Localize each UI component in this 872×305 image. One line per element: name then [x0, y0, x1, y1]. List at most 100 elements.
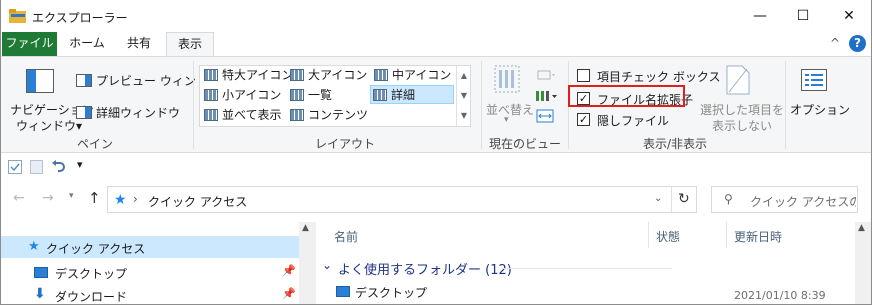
column-header-status[interactable]: 状態: [656, 228, 680, 245]
address-bar[interactable]: ★ › クイック アクセス ⌄ ↻: [107, 186, 697, 213]
navigation-pane-label-2: ウィンドウ▾: [16, 119, 83, 133]
table-row[interactable]: デスクトップ 2021/01/10 8:39: [318, 282, 854, 302]
divider: [671, 187, 672, 212]
current-view-group-label: 現在のビュー: [488, 137, 561, 151]
address-path[interactable]: クイック アクセス: [148, 193, 247, 210]
layout-content[interactable]: コンテンツ: [288, 106, 368, 125]
hide-selected-label: 選択した項目を: [700, 103, 785, 117]
layout-extra-large-icons[interactable]: 特大アイコン: [202, 66, 293, 85]
nav-item-downloads[interactable]: ⬇ ダウンロード 📌: [0, 285, 299, 305]
minimize-button[interactable]: —: [737, 0, 783, 32]
ribbon-tabs: ファイル ホーム 共有 表示 ^ ?: [0, 32, 872, 57]
maximize-button[interactable]: ☐: [780, 0, 826, 32]
divider: [726, 222, 727, 248]
small-icons-icon: [204, 89, 218, 101]
layout-tiles[interactable]: 並べて表示: [202, 106, 282, 125]
help-icon[interactable]: ?: [849, 35, 866, 52]
options-button[interactable]: オプション: [790, 61, 850, 121]
layout-list[interactable]: 一覧: [288, 86, 332, 105]
search-placeholder: クイック アクセスの検...: [750, 195, 856, 209]
nav-item-desktop[interactable]: デスクトップ 📌: [0, 262, 299, 282]
layout-small-icons[interactable]: 小アイコン: [202, 86, 281, 105]
folder-icon: [9, 9, 26, 23]
sort-by-dropdown-arrow: ▾: [504, 115, 509, 125]
navigation-bar: ← → ▾ ↑ ★ › クイック アクセス ⌄ ↻ ⚲ クイック アクセスの検.…: [0, 180, 872, 218]
search-icon: ⚲: [724, 192, 733, 206]
size-columns-icon[interactable]: [536, 109, 554, 123]
divider: [193, 61, 194, 149]
file-list-scrollbar[interactable]: ▲: [855, 222, 872, 305]
add-columns-icon[interactable]: [535, 89, 559, 103]
pin-icon[interactable]: 📌: [282, 264, 296, 277]
sort-by-button[interactable]: 並べ替え ▾: [486, 61, 535, 125]
list-icon: [290, 89, 304, 101]
panes-group-label: ペイン: [76, 137, 113, 151]
desktop-icon: [34, 267, 48, 278]
preview-pane-icon: [76, 74, 92, 87]
hidden-files-label: 隠しファイル: [597, 114, 670, 128]
recent-locations-icon[interactable]: ▾: [69, 191, 74, 201]
details-pane-label: 詳細ウィンドウ: [96, 106, 181, 120]
undo-icon[interactable]: [51, 159, 66, 174]
options-icon: [801, 69, 827, 91]
scroll-up-icon[interactable]: ▲: [858, 223, 865, 233]
item-checkbox-checkbox[interactable]: [577, 69, 590, 82]
properties-icon[interactable]: [8, 160, 22, 174]
close-button[interactable]: ✕: [826, 0, 872, 32]
file-list: 名前 状態 更新日時 ⌄ よく使用するフォルダー (12) デスクトップ 202…: [318, 222, 872, 305]
search-input[interactable]: ⚲ クイック アクセスの検...: [711, 186, 858, 213]
chevron-down-icon: ⌄: [322, 258, 333, 272]
tiles-icon: [204, 109, 218, 121]
desktop-icon: [336, 286, 350, 297]
title-bar: エクスプローラー — ☐ ✕: [0, 0, 872, 32]
nav-item-quick-access[interactable]: ★ クイック アクセス: [0, 236, 299, 258]
pin-icon[interactable]: 📌: [282, 287, 296, 300]
gallery-scroll[interactable]: ▲ ▼ ▼: [456, 66, 471, 127]
scroll-up-icon[interactable]: ▲: [302, 223, 309, 233]
nav-item-label: デスクトップ: [55, 267, 128, 281]
divider: [648, 222, 649, 248]
refresh-icon[interactable]: ↻: [678, 191, 690, 207]
row-modified: 2021/01/10 8:39: [734, 289, 826, 302]
tab-file[interactable]: ファイル: [2, 32, 57, 56]
nav-pane-scrollbar[interactable]: ▲: [299, 222, 316, 305]
tab-share[interactable]: 共有: [116, 32, 162, 56]
details-icon: [373, 89, 387, 101]
hidden-files-checkbox[interactable]: ✓: [577, 113, 590, 126]
layout-details[interactable]: 詳細: [370, 85, 454, 104]
group-by-icon[interactable]: [537, 69, 557, 81]
hide-document-icon: [726, 65, 750, 95]
up-arrow-icon[interactable]: ↑: [88, 189, 101, 207]
quick-access-star-icon: ★: [114, 192, 127, 208]
sort-by-label: 並べ替え: [486, 103, 535, 117]
navigation-pane-button[interactable]: ナビゲーション ウィンドウ▾: [10, 61, 94, 133]
tab-view[interactable]: 表示: [166, 32, 214, 57]
address-dropdown-icon[interactable]: ⌄: [654, 193, 662, 204]
extra-large-icons-icon: [204, 69, 218, 81]
customize-qat-icon[interactable]: ▾: [77, 158, 83, 171]
breadcrumb-separator-icon[interactable]: ›: [133, 192, 138, 206]
hide-selected-button[interactable]: 選択した項目を 表示しない: [700, 61, 785, 133]
large-icons-icon: [290, 69, 304, 81]
quick-access-star-icon: ★: [28, 239, 40, 254]
divider: [785, 61, 786, 149]
new-folder-icon[interactable]: [30, 160, 43, 174]
column-header-name[interactable]: 名前: [334, 228, 358, 245]
forward-arrow-icon[interactable]: →: [42, 190, 54, 206]
window-title: エクスプローラー: [32, 11, 128, 25]
navigation-pane-icon: [26, 69, 54, 93]
layout-group-label: レイアウト: [314, 137, 375, 151]
show-hide-group-label: 表示/非表示: [642, 137, 708, 151]
back-arrow-icon[interactable]: ←: [13, 190, 25, 206]
sort-icon: [494, 65, 520, 93]
group-header-label: よく使用するフォルダー (12): [338, 263, 512, 278]
tab-home[interactable]: ホーム: [62, 32, 112, 56]
row-name: デスクトップ: [355, 286, 428, 300]
layout-medium-icons[interactable]: 中アイコン: [372, 66, 451, 85]
layout-gallery: 特大アイコン 大アイコン 中アイコン 小アイコン 一覧 詳細 並べて表示 コンテ…: [199, 65, 471, 127]
navigation-pane: ★ クイック アクセス デスクトップ 📌 ⬇ ダウンロード 📌 ▲: [0, 222, 316, 305]
collapse-ribbon-icon[interactable]: ^: [830, 36, 840, 50]
nav-item-label: クイック アクセス: [46, 242, 146, 256]
column-header-modified[interactable]: 更新日時: [734, 228, 782, 245]
layout-large-icons[interactable]: 大アイコン: [288, 66, 367, 85]
